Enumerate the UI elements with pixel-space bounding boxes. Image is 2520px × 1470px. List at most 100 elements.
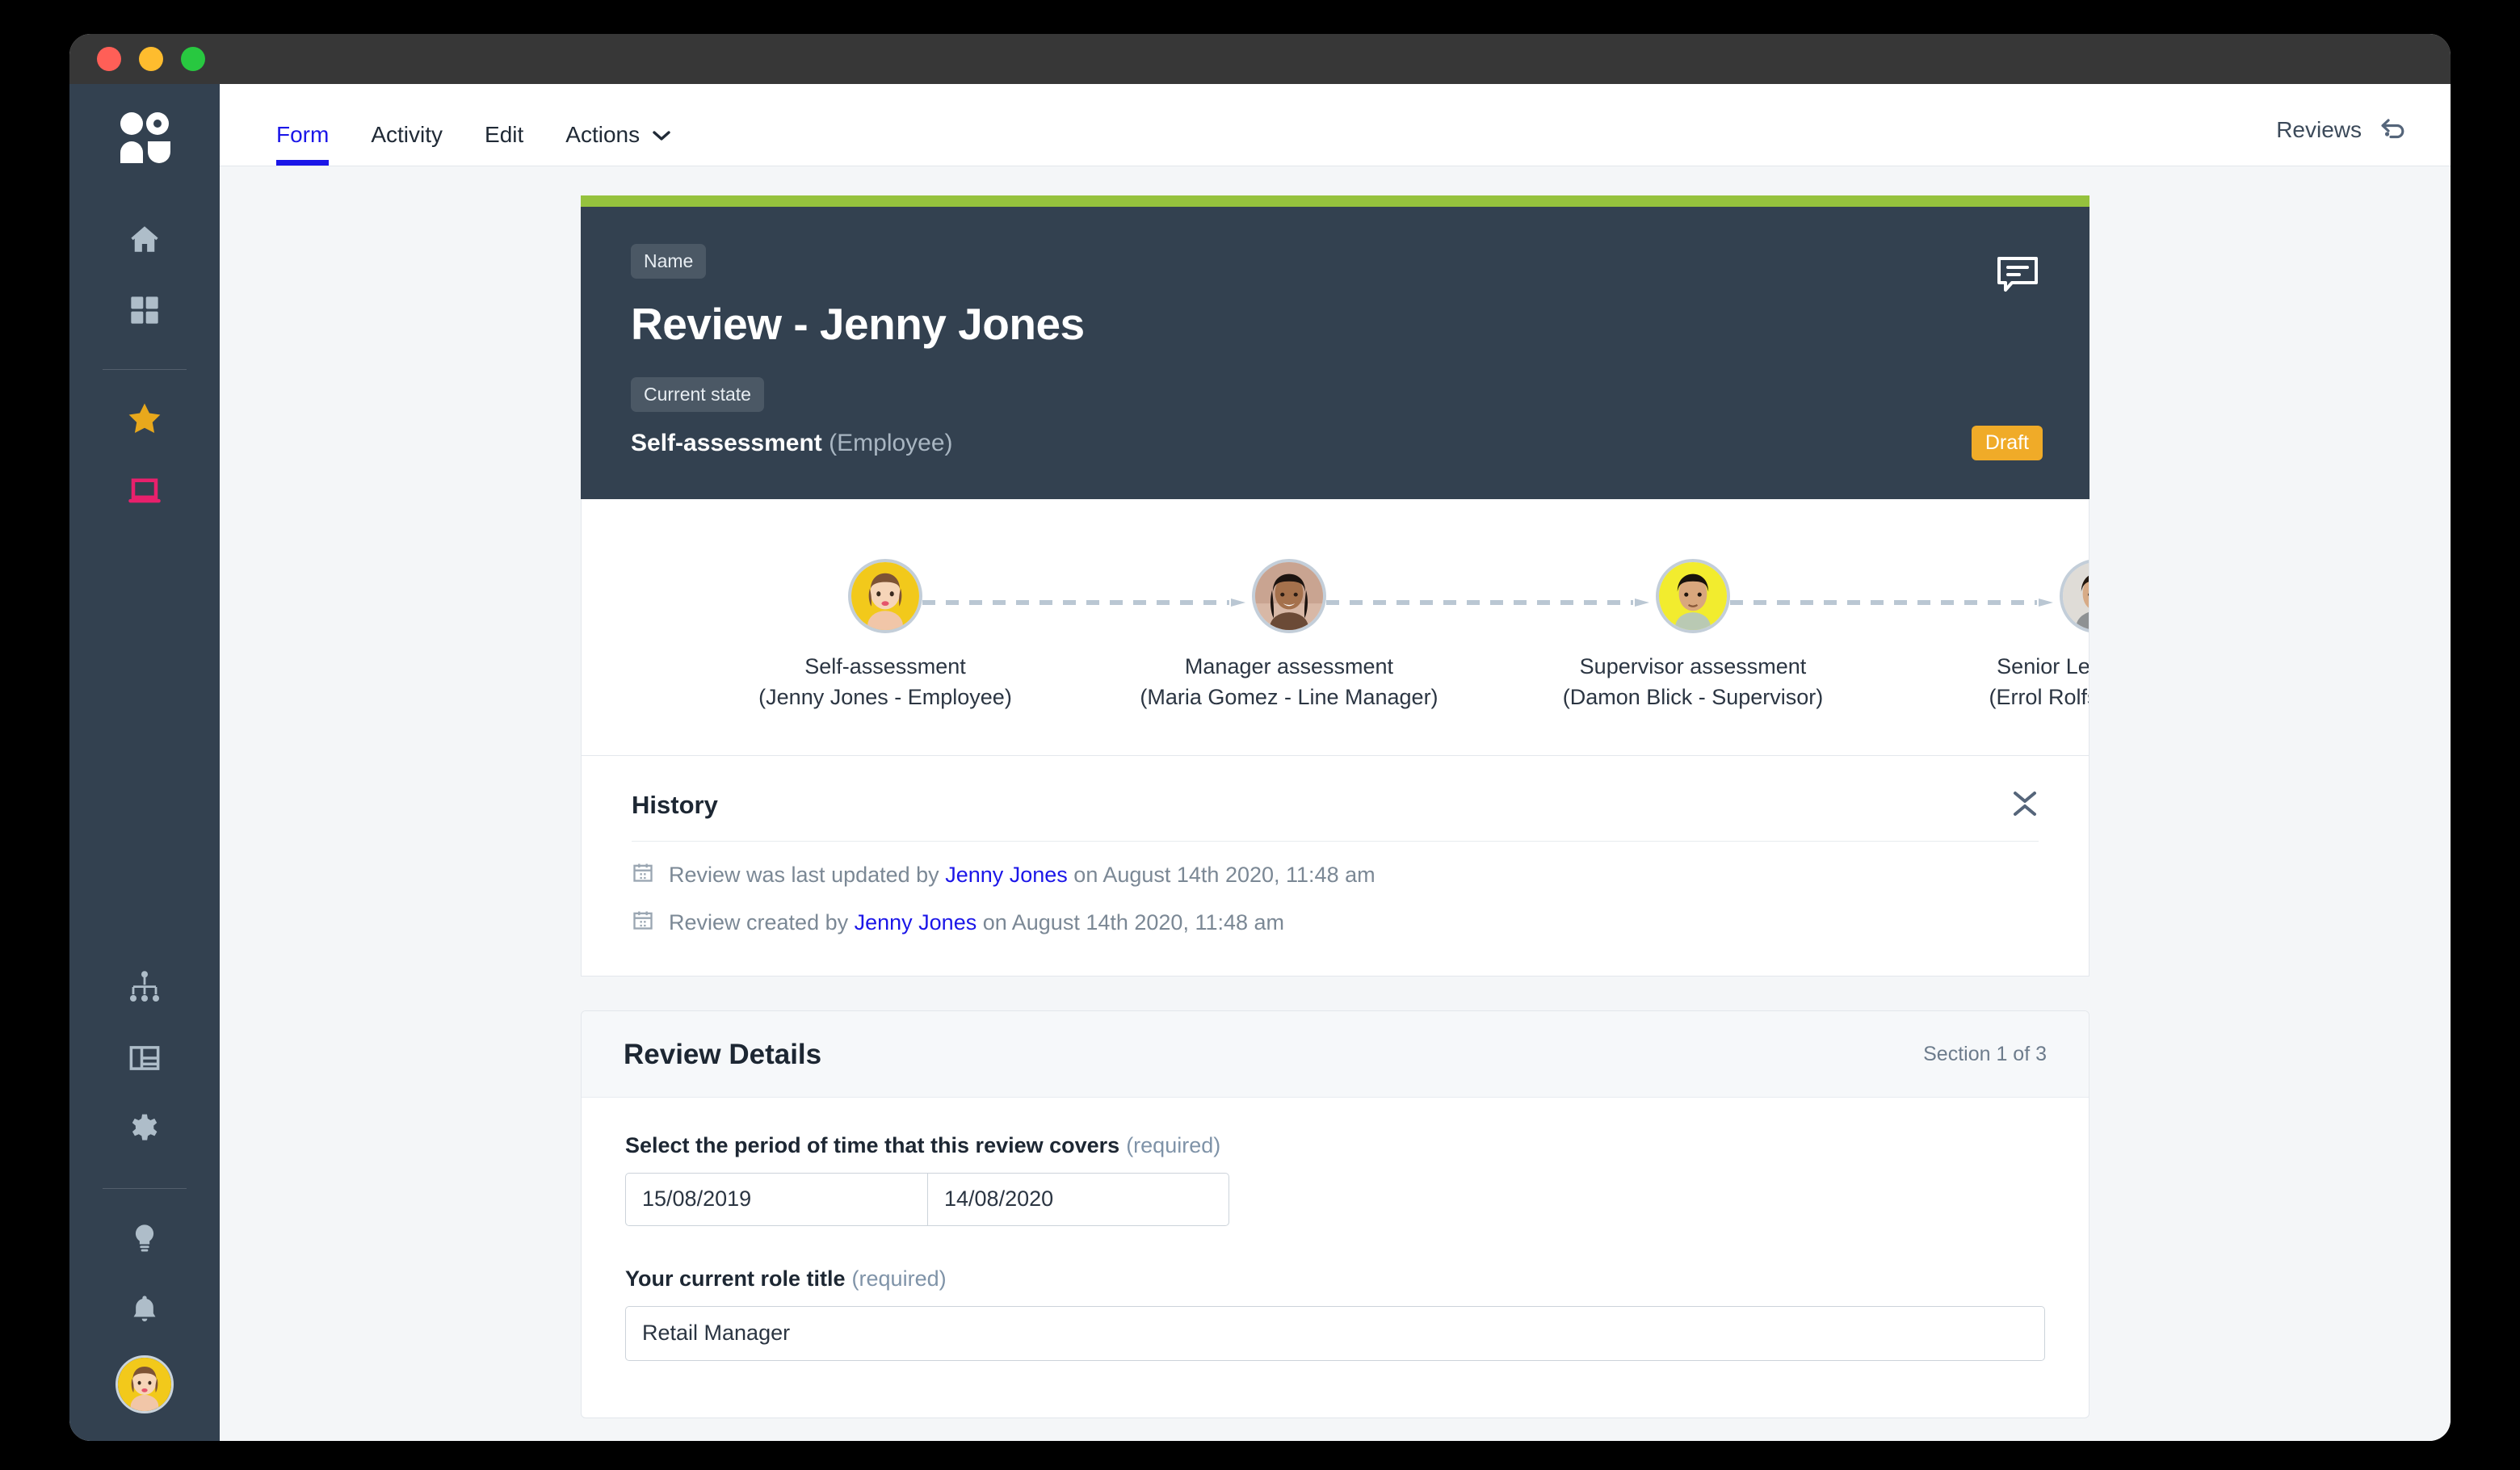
- current-user-avatar[interactable]: [116, 1355, 174, 1413]
- browser-window: Form Activity Edit Actions Reviews Name …: [69, 34, 2451, 1441]
- content-column: Name Review - Jenny Jones Current state …: [581, 195, 2090, 1418]
- field-review-period: Select the period of time that this revi…: [625, 1133, 2045, 1226]
- avatar-errol-rolfson: [2060, 559, 2089, 633]
- step-person: (Maria Gomez - Line Manager): [1140, 685, 1438, 710]
- history-card: History Review was last updated by Jenny…: [581, 755, 2090, 976]
- field-label: Your current role title (required): [625, 1266, 2045, 1292]
- field-label-text: Your current role title: [625, 1266, 846, 1291]
- calendar-icon: [632, 909, 654, 937]
- field-role-title: Your current role title (required): [625, 1266, 2045, 1361]
- history-suffix: on August 14th 2020, 11:48 am: [1067, 862, 1376, 887]
- history-prefix: Review was last updated by: [669, 862, 946, 887]
- tab-edit[interactable]: Edit: [485, 124, 523, 166]
- current-state-chip: Current state: [631, 377, 764, 412]
- close-window-button[interactable]: [97, 47, 121, 71]
- sidebar-item-settings[interactable]: [120, 1104, 170, 1154]
- required-marker: (required): [851, 1266, 947, 1291]
- left-sidebar: [69, 84, 220, 1441]
- history-header: History: [632, 788, 2039, 842]
- sidebar-item-home[interactable]: [120, 214, 170, 264]
- maximize-window-button[interactable]: [181, 47, 205, 71]
- step-person: (Errol Rolfson - Senior: [1989, 685, 2089, 710]
- avatar-maria-gomez: [1252, 559, 1326, 633]
- history-title: History: [632, 791, 718, 820]
- tab-actions-label: Actions: [565, 122, 640, 147]
- sidebar-item-reports[interactable]: [120, 1033, 170, 1083]
- minimize-window-button[interactable]: [139, 47, 163, 71]
- tab-form-label: Form: [276, 122, 330, 147]
- tab-form[interactable]: Form: [276, 122, 330, 166]
- sidebar-item-org-chart[interactable]: [120, 962, 170, 1012]
- history-prefix: Review created by: [669, 909, 855, 934]
- workflow-step-self-assessment[interactable]: Self-assessment (Jenny Jones - Employee): [683, 559, 1245, 713]
- collapse-icon[interactable]: [2011, 788, 2039, 823]
- sidebar-item-dashboard[interactable]: [120, 285, 170, 335]
- review-hero-card: Name Review - Jenny Jones Current state …: [581, 195, 2090, 499]
- workflow-step-manager-assessment[interactable]: Manager assessment (Maria Gomez - Line M…: [1087, 559, 1649, 713]
- tab-actions[interactable]: Actions: [565, 124, 672, 166]
- workflow-step-supervisor-assessment[interactable]: Supervisor assessment (Damon Blick - Sup…: [1491, 559, 2053, 713]
- step-title: Senior Leader asses: [1997, 654, 2090, 678]
- current-state-value: Self-assessment (Employee): [631, 430, 2039, 457]
- content-scroll-area[interactable]: Name Review - Jenny Jones Current state …: [220, 166, 2451, 1441]
- tab-activity[interactable]: Activity: [371, 124, 443, 166]
- app-root: Form Activity Edit Actions Reviews Name …: [69, 84, 2451, 1441]
- workflow-step-label: Senior Leader asses (Errol Rolfson - Sen…: [1989, 651, 2090, 713]
- review-details-section: Review Details Section 1 of 3 Select the…: [581, 1010, 2090, 1418]
- calendar-icon: [632, 861, 654, 889]
- step-person: (Jenny Jones - Employee): [758, 685, 1012, 710]
- stepper-connector-2: [1326, 596, 1656, 607]
- top-navigation-bar: Form Activity Edit Actions Reviews: [220, 84, 2451, 166]
- page-title: Review - Jenny Jones: [631, 299, 1085, 349]
- status-badge: Draft: [1971, 426, 2043, 460]
- sidebar-item-ideas[interactable]: [120, 1213, 170, 1263]
- field-label-text: Select the period of time that this revi…: [625, 1132, 1120, 1157]
- sidebar-item-learning[interactable]: [120, 465, 170, 515]
- workflow-stepper-card: Self-assessment (Jenny Jones - Employee): [581, 499, 2090, 756]
- role-title-input[interactable]: [625, 1305, 2045, 1361]
- history-user-link[interactable]: Jenny Jones: [855, 910, 977, 934]
- stepper-connector-3: [1730, 596, 2060, 607]
- history-entry: Review was last updated by Jenny Jones o…: [632, 861, 2039, 889]
- review-period-start-input[interactable]: [626, 1173, 927, 1225]
- avatar-jenny-jones: [848, 559, 922, 633]
- tab-edit-label: Edit: [485, 122, 524, 147]
- tab-activity-label: Activity: [371, 122, 443, 147]
- current-state-stage: Self-assessment: [631, 430, 822, 456]
- window-titlebar: [69, 34, 2451, 84]
- current-state-role: (Employee): [829, 430, 953, 456]
- comment-bubble-icon[interactable]: [1996, 254, 2039, 298]
- workflow-step-label: Manager assessment (Maria Gomez - Line M…: [1140, 651, 1438, 713]
- history-entry: Review created by Jenny Jones on August …: [632, 909, 2039, 937]
- stepper-connector-1: [922, 596, 1252, 607]
- history-user-link[interactable]: Jenny Jones: [945, 863, 1068, 887]
- step-title: Manager assessment: [1184, 654, 1394, 678]
- back-to-reviews-label: Reviews: [2276, 116, 2362, 142]
- review-period-end-input[interactable]: [927, 1173, 1228, 1225]
- name-chip: Name: [631, 244, 707, 279]
- sidebar-item-reviews[interactable]: [120, 394, 170, 444]
- sidebar-divider-top: [103, 369, 187, 370]
- sidebar-divider-bottom: [103, 1188, 187, 1189]
- tab-list: Form Activity Edit Actions: [276, 84, 672, 166]
- main-pane: Form Activity Edit Actions Reviews Name …: [220, 84, 2451, 1441]
- section-title: Review Details: [624, 1038, 822, 1070]
- back-to-reviews-button[interactable]: Reviews: [2276, 115, 2409, 166]
- section-counter: Section 1 of 3: [1923, 1043, 2047, 1066]
- sidebar-item-notifications[interactable]: [120, 1284, 170, 1334]
- workflow-stepper: Self-assessment (Jenny Jones - Employee): [582, 559, 2090, 713]
- history-entry-text: Review created by Jenny Jones on August …: [669, 910, 1284, 935]
- people-logo-icon[interactable]: [118, 111, 171, 169]
- section-header: Review Details Section 1 of 3: [582, 1010, 2089, 1098]
- workflow-step-senior-leader-assessment[interactable]: Senior Leader asses (Errol Rolfson - Sen…: [1895, 559, 2090, 713]
- field-label: Select the period of time that this revi…: [625, 1133, 2045, 1158]
- undo-arrow-icon: [2378, 115, 2409, 145]
- required-marker: (required): [1126, 1132, 1221, 1157]
- history-entry-text: Review was last updated by Jenny Jones o…: [669, 863, 1376, 888]
- workflow-step-label: Self-assessment (Jenny Jones - Employee): [758, 651, 1012, 713]
- avatar-damon-blick: [1656, 559, 1730, 633]
- step-title: Supervisor assessment: [1579, 654, 1807, 678]
- section-body: Select the period of time that this revi…: [582, 1098, 2089, 1418]
- desktop-backdrop: Form Activity Edit Actions Reviews Name …: [0, 0, 2520, 1470]
- date-range-group: [625, 1172, 1229, 1226]
